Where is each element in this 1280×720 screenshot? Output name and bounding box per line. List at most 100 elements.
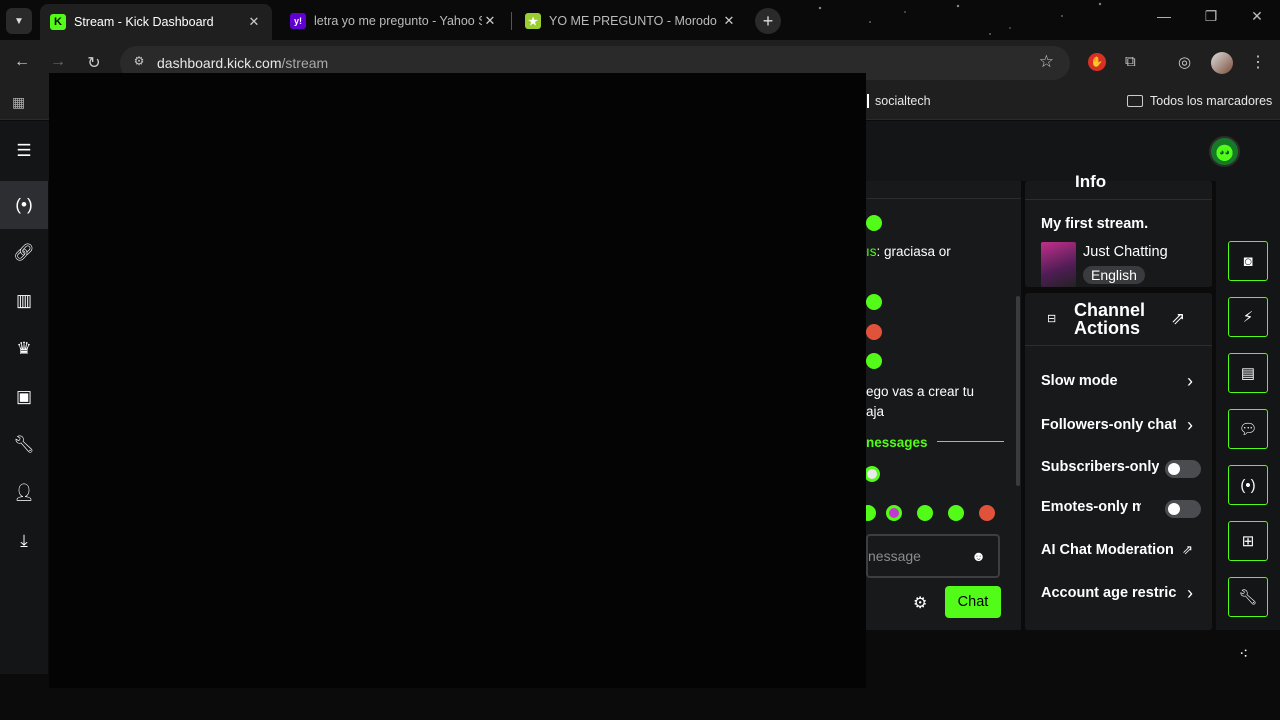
apps-grid-icon[interactable]: ▦: [12, 94, 25, 111]
all-bookmarks-button[interactable]: Todos los marcadores: [1127, 94, 1272, 108]
chat-header-divider: [866, 198, 1021, 199]
chat-message-line: aja: [866, 404, 885, 419]
quick-action-button[interactable]: ⚡︎: [1228, 297, 1268, 337]
category-thumbnail[interactable]: [1041, 242, 1076, 287]
link-icon: 🔗︎: [13, 243, 35, 262]
folder-icon: [1127, 95, 1143, 107]
tab-title: YO ME PREGUNTO - Morodo -: [549, 14, 721, 28]
tab-kick-dashboard[interactable]: K Stream - Kick Dashboard ✕: [40, 4, 272, 40]
layout-icon: ⊞: [1241, 533, 1255, 550]
hamburger-menu-icon[interactable]: ☰: [0, 127, 48, 175]
emote-picker-item[interactable]: [948, 505, 964, 521]
tab-title: letra yo me pregunto - Yahoo S: [314, 14, 482, 28]
kick-favicon-icon: K: [50, 14, 66, 30]
browser-menu-icon[interactable]: ⋮: [1250, 52, 1266, 72]
emote-picker-item[interactable]: [917, 505, 933, 521]
followers-only-row[interactable]: Followers-only chat ›: [1041, 417, 1201, 437]
emotes-only-row: Emotes-only mode: [1041, 499, 1201, 519]
minimize-icon[interactable]: —: [1149, 8, 1179, 24]
extension-red-icon[interactable]: ✋: [1088, 53, 1106, 71]
bookmark-label: socialtech: [875, 94, 931, 108]
new-tab-button[interactable]: +: [755, 8, 781, 34]
restore-icon[interactable]: ❐: [1196, 8, 1226, 25]
language-tag: English: [1083, 266, 1145, 284]
close-tab-icon[interactable]: ✕: [482, 13, 498, 29]
ai-moderation-label: AI Chat Moderation: [1041, 542, 1174, 558]
broadcast-tool-button[interactable]: (•): [1228, 465, 1268, 505]
subscribers-only-toggle[interactable]: [1165, 460, 1201, 478]
chat-username[interactable]: ıs: [866, 244, 877, 259]
chat-scrollbar[interactable]: [1016, 296, 1020, 486]
sidebar-item-videos[interactable]: ▣: [0, 373, 48, 421]
close-window-icon[interactable]: ✕: [1242, 8, 1272, 25]
lightning-icon: ⚡︎: [1242, 309, 1254, 326]
forward-icon[interactable]: →: [48, 53, 68, 71]
camera-icon: ◙: [1243, 252, 1253, 270]
chat-bubble-icon: 💬︎: [1238, 421, 1258, 438]
emote-picker-item[interactable]: [979, 505, 995, 521]
chat-settings-gear-icon[interactable]: ⚙: [913, 593, 927, 613]
sidebar-item-download[interactable]: ⤓: [0, 517, 48, 565]
performance-icon[interactable]: ◎: [1178, 53, 1191, 71]
back-icon[interactable]: ←: [12, 53, 32, 71]
more-options-icon[interactable]: ⁖: [1239, 644, 1248, 664]
toggle-knob: [1168, 503, 1180, 515]
chart-icon: ▥: [15, 291, 33, 310]
chevron-right-icon: ›: [1187, 417, 1193, 435]
quick-tools-column: ◙ ⚡︎ ▤ 💬︎ (•) ⊞ 🔧︎: [1216, 181, 1280, 630]
chevron-right-icon: ›: [1187, 373, 1193, 391]
popout-icon[interactable]: ⇗: [1171, 309, 1185, 329]
emoji-icon[interactable]: ☻: [971, 548, 986, 564]
bookmark-star-icon[interactable]: ☆: [1039, 52, 1054, 72]
chat-message: ıs: graciasa or: [866, 244, 951, 259]
browser-tabstrip: ▼ K Stream - Kick Dashboard ✕ y! letra y…: [0, 0, 1280, 40]
broadcast-icon: (•): [15, 195, 33, 214]
subscribers-only-label: Subscribers-only: [1041, 459, 1159, 475]
tab-search-button[interactable]: ▼: [6, 8, 32, 34]
screenshot-tool-button[interactable]: ◙: [1228, 241, 1268, 281]
close-tab-icon[interactable]: ✕: [246, 14, 262, 30]
emotes-only-toggle[interactable]: [1165, 500, 1201, 518]
tab-morodo[interactable]: ★ YO ME PREGUNTO - Morodo - ✕: [515, 6, 747, 36]
info-divider: [1025, 199, 1212, 200]
tab-yahoo-search[interactable]: y! letra yo me pregunto - Yahoo S ✕: [280, 6, 508, 36]
slow-mode-row[interactable]: Slow mode ›: [1041, 373, 1201, 393]
new-messages-label[interactable]: nessages: [866, 435, 928, 450]
dashboard-sidebar: ☰ (•) 🔗︎ ▥ ♛ ▣ 🔧︎ 👤︎ ⤓: [0, 121, 48, 674]
bookmark-socialtech[interactable]: socialtech: [867, 94, 931, 108]
profile-avatar[interactable]: [1211, 52, 1233, 74]
chat-tool-button[interactable]: 💬︎: [1228, 409, 1268, 449]
sidebar-item-community[interactable]: 👤︎: [0, 469, 48, 517]
sidebar-item-analytics[interactable]: ▥: [0, 277, 48, 325]
followers-only-label: Followers-only chat: [1041, 417, 1176, 433]
all-bookmarks-label: Todos los marcadores: [1150, 94, 1273, 108]
sidebar-item-tools[interactable]: 🔧︎: [0, 421, 48, 469]
category-name[interactable]: Just Chatting: [1083, 244, 1168, 260]
notes-button[interactable]: ▤: [1228, 353, 1268, 393]
emote-icon: [864, 466, 880, 482]
toggle-knob: [1168, 463, 1180, 475]
channel-actions-card: ⊟ Channel Actions ⇗ Slow mode › Follower…: [1025, 293, 1212, 630]
reload-icon[interactable]: ↻: [84, 53, 104, 73]
layout-tool-button[interactable]: ⊞: [1228, 521, 1268, 561]
chat-message-input[interactable]: nessage ☻: [866, 534, 1000, 578]
sidebar-item-links[interactable]: 🔗︎: [0, 229, 48, 277]
send-chat-button[interactable]: Chat: [945, 586, 1001, 618]
sidebar-item-achievements[interactable]: ♛: [0, 325, 48, 373]
close-tab-icon[interactable]: ✕: [721, 13, 737, 29]
ai-chat-moderation-row[interactable]: AI Chat Moderation ⇗: [1041, 542, 1201, 562]
users-icon: 👤︎: [13, 483, 35, 502]
music-favicon-icon: ★: [525, 13, 541, 29]
user-avatar[interactable]: ◕◕: [1209, 136, 1240, 167]
new-messages-divider: [937, 441, 1004, 442]
sidebar-item-stream[interactable]: (•): [0, 181, 48, 229]
site-info-icon[interactable]: ⚙: [130, 54, 148, 72]
tools-button[interactable]: 🔧︎: [1228, 577, 1268, 617]
video-overlay: [49, 73, 866, 688]
slow-mode-label: Slow mode: [1041, 373, 1118, 389]
drag-handle-icon[interactable]: ⊟: [1047, 312, 1056, 325]
url-text[interactable]: dashboard.kick.com/stream: [157, 55, 328, 71]
account-age-row[interactable]: Account age restriction ›: [1041, 585, 1201, 605]
extensions-puzzle-icon[interactable]: ⧉: [1125, 53, 1136, 70]
emote-picker-item[interactable]: [886, 505, 902, 521]
